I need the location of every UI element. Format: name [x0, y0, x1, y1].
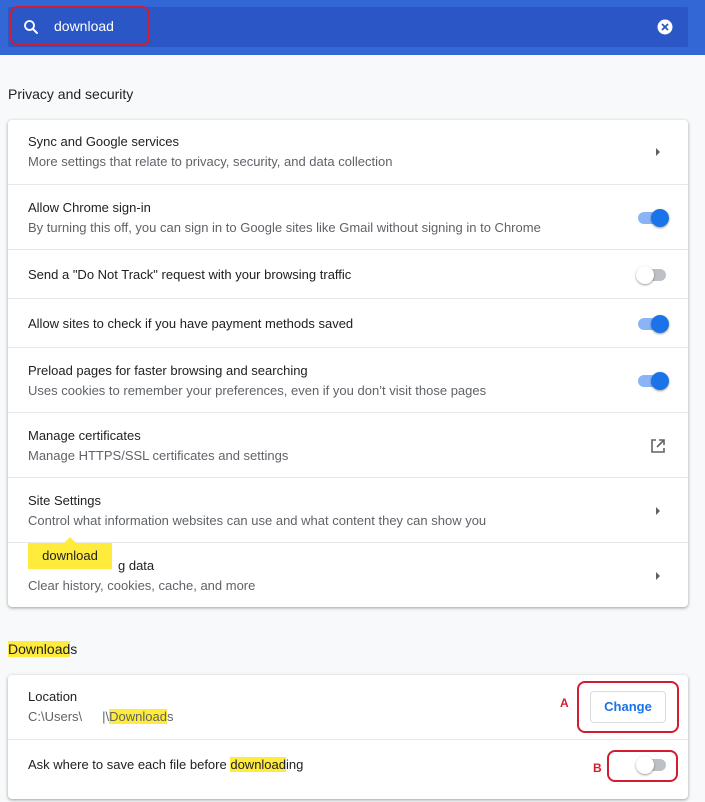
row-subtitle: Manage HTTPS/SSL certificates and settin… [28, 448, 289, 463]
privacy-card: Sync and Google services More settings t… [8, 120, 688, 607]
settings-toolbar: download [0, 0, 705, 55]
row-title: Allow Chrome sign-in [28, 200, 151, 215]
signin-toggle[interactable] [636, 209, 669, 227]
row-site-settings[interactable]: Site Settings Control what information w… [8, 477, 688, 542]
open-external-icon[interactable] [650, 438, 666, 454]
row-payment-methods: Allow sites to check if you have payment… [8, 298, 688, 347]
row-allow-chrome-signin: Allow Chrome sign-in By turning this off… [8, 184, 688, 249]
ask-where-to-save-toggle[interactable] [636, 756, 668, 774]
title-rest: s [70, 641, 78, 657]
search-highlight: Download [8, 641, 71, 657]
search-highlight: Download [109, 709, 167, 724]
row-subtitle: More settings that relate to privacy, se… [28, 154, 393, 169]
row-title: Site Settings [28, 493, 101, 508]
row-title: Send a "Do Not Track" request with your … [28, 267, 352, 282]
row-subtitle: Uses cookies to remember your preference… [28, 383, 487, 398]
preload-pages-toggle[interactable] [636, 372, 669, 390]
row-subtitle: Clear history, cookies, cache, and more [28, 578, 256, 593]
row-sync-google-services[interactable]: Sync and Google services More settings t… [8, 120, 688, 184]
text-before: Ask where to save each file before [28, 757, 231, 772]
row-subtitle: By turning this off, you can sign in to … [28, 220, 541, 235]
row-title: Manage certificates [28, 428, 141, 443]
location-label: Location [28, 689, 78, 704]
downloads-card: Location C:\Users\ |\Downloads Ask where … [8, 675, 688, 799]
row-title: Allow sites to check if you have payment… [28, 316, 354, 331]
path-prefix: C:\Users\ [28, 709, 83, 724]
location-path: C:\Users\ |\Downloads [28, 709, 174, 724]
chevron-right-icon[interactable] [654, 506, 662, 516]
annotation-label-a: A [560, 696, 569, 710]
downloads-section-title: Downloads [8, 641, 77, 657]
annotation-label-b: B [593, 761, 602, 775]
row-manage-certificates[interactable]: Manage certificates Manage HTTPS/SSL cer… [8, 412, 688, 477]
ask-label: Ask where to save each file before downl… [28, 757, 303, 772]
search-icon [24, 20, 38, 34]
chevron-right-icon[interactable] [654, 571, 662, 581]
do-not-track-toggle[interactable] [636, 266, 668, 284]
row-ask-where-to-save: Ask where to save each file before downl… [8, 739, 688, 799]
search-input[interactable]: download [54, 18, 114, 34]
path-suffix: s [167, 709, 174, 724]
clear-search-icon[interactable] [656, 18, 674, 36]
search-highlight: download [230, 757, 286, 772]
row-title: Sync and Google services [28, 134, 180, 149]
row-title: g data [118, 558, 155, 573]
privacy-section-title: Privacy and security [8, 86, 134, 102]
row-download-location: Location C:\Users\ |\Downloads [8, 675, 688, 739]
row-do-not-track: Send a "Do Not Track" request with your … [8, 249, 688, 298]
search-box[interactable]: download [8, 7, 688, 47]
change-location-button[interactable]: Change [590, 691, 666, 723]
payment-methods-toggle[interactable] [636, 315, 669, 333]
search-match-bubble: download [28, 537, 112, 569]
row-preload-pages: Preload pages for faster browsing and se… [8, 347, 688, 412]
text-after: ing [286, 757, 304, 772]
row-title: Preload pages for faster browsing and se… [28, 363, 308, 378]
chevron-right-icon[interactable] [654, 147, 662, 157]
row-subtitle: Control what information websites can us… [28, 513, 487, 528]
